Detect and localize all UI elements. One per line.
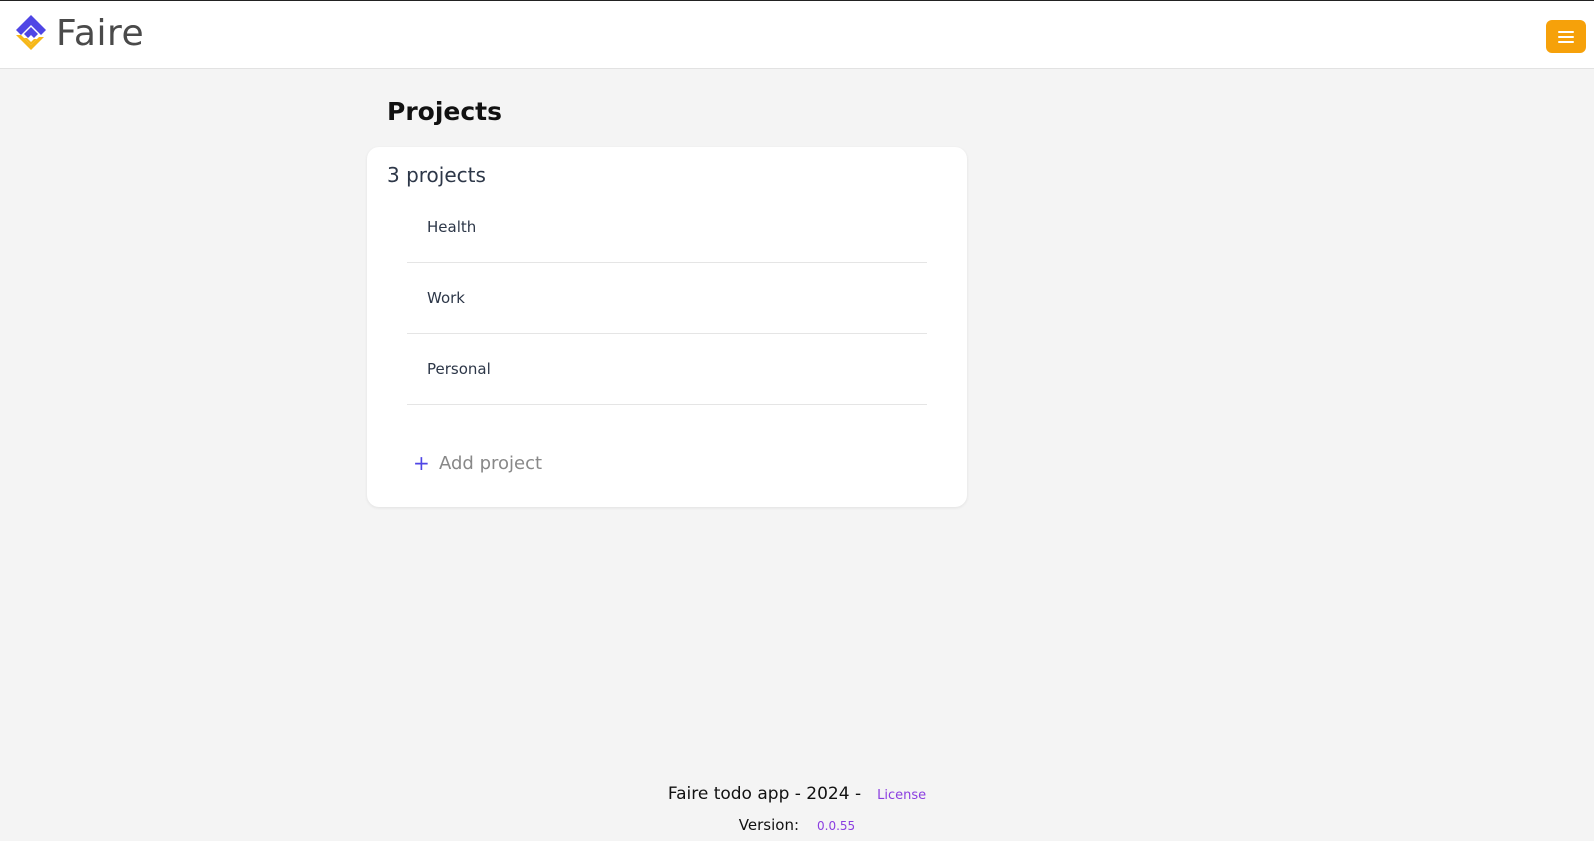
license-link[interactable]: License <box>877 788 926 803</box>
projects-card: 3 projects Health Work Personal + Add pr… <box>367 147 967 507</box>
hamburger-menu-icon <box>1558 30 1574 43</box>
footer-version-row: Version: 0.0.55 <box>0 816 1594 834</box>
project-item[interactable]: Work <box>407 263 927 334</box>
project-item[interactable]: Health <box>407 192 927 263</box>
projects-count: 3 projects <box>387 163 486 187</box>
projects-list: Health Work Personal <box>407 192 927 405</box>
menu-button[interactable] <box>1546 20 1586 53</box>
app-logo[interactable]: Faire <box>10 13 144 55</box>
version-value: 0.0.55 <box>817 819 856 833</box>
project-item[interactable]: Personal <box>407 334 927 405</box>
plus-icon: + <box>413 451 430 475</box>
logo-text: Faire <box>56 13 145 54</box>
faire-logo-icon <box>16 15 46 50</box>
footer-copyright-row: Faire todo app - 2024 - License <box>0 784 1594 804</box>
project-name: Work <box>427 289 465 307</box>
page-title: Projects <box>387 97 503 126</box>
footer-text: Faire todo app - 2024 - <box>667 784 862 804</box>
project-name: Health <box>427 218 477 236</box>
top-navbar: Faire <box>0 0 1594 69</box>
version-label: Version: <box>738 816 800 834</box>
add-project-label: Add project <box>439 452 543 474</box>
project-name: Personal <box>427 360 491 378</box>
add-project-button[interactable]: + Add project <box>413 451 542 475</box>
